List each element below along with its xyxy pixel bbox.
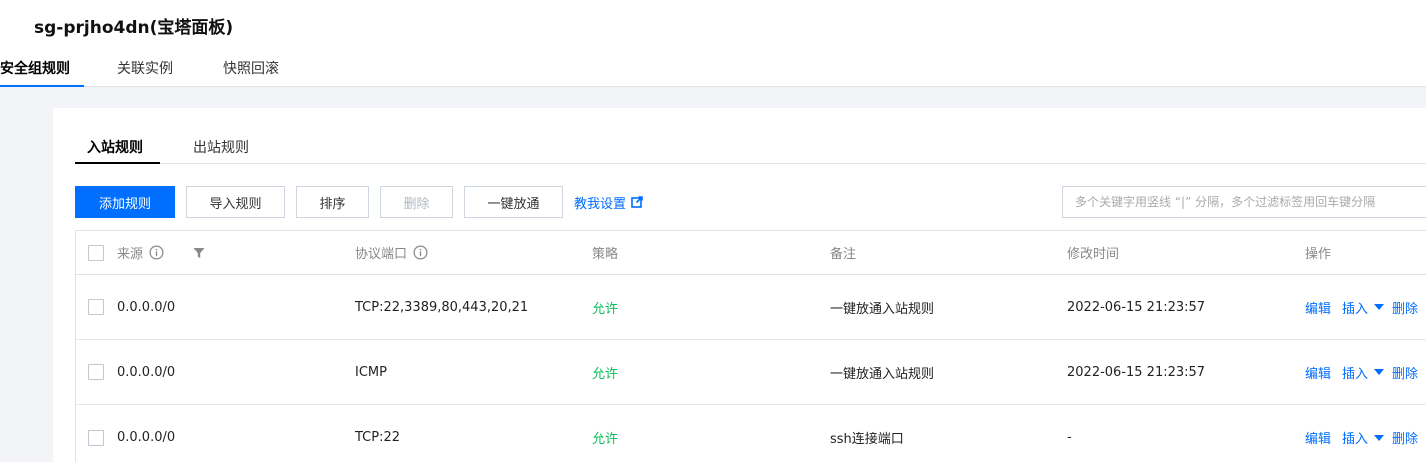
tab-security-group-rules[interactable]: 安全组规则: [0, 58, 84, 87]
header-source-label: 来源: [117, 247, 144, 262]
row-checkbox[interactable]: [88, 364, 104, 380]
cell-source: 0.0.0.0/0: [117, 430, 176, 445]
cell-note: ssh连接端口: [830, 432, 904, 447]
rules-card: 入站规则 出站规则 添加规则 导入规则 排序 删除 一键放通 教我设置 来源: [53, 108, 1426, 462]
caret-down-icon: [1374, 434, 1385, 441]
row-checkbox[interactable]: [88, 299, 104, 315]
tab-inbound-rules[interactable]: 入站规则: [75, 137, 160, 164]
cell-time: 2022-06-15 21:23:57: [1067, 299, 1206, 315]
import-rules-button[interactable]: 导入规则: [186, 186, 285, 218]
header-time: 修改时间: [1067, 247, 1120, 262]
cell-note: 一键放通入站规则: [830, 366, 935, 382]
cell-time: 2022-06-15 21:23:57: [1067, 364, 1206, 380]
cell-protocol: ICMP: [355, 364, 387, 380]
cell-protocol: TCP:22,3389,80,443,20,21: [355, 299, 529, 315]
delete-link[interactable]: 删除: [1392, 298, 1418, 317]
sort-button[interactable]: 排序: [296, 186, 369, 218]
add-rule-button[interactable]: 添加规则: [75, 186, 175, 218]
page-title: sg-prjho4dn(宝塔面板): [34, 18, 234, 38]
caret-down-icon: [1374, 304, 1385, 310]
cell-ops: 编辑 插入 删除: [1305, 275, 1418, 339]
filter-icon[interactable]: [193, 247, 205, 259]
caret-down-icon: [1374, 369, 1385, 375]
table-header: 来源 协议端口 策略 备注 修改时间 操作: [76, 231, 1426, 275]
insert-dropdown[interactable]: 插入: [1342, 298, 1385, 317]
header: sg-prjho4dn(宝塔面板) 安全组规则 关联实例 快照回滚: [0, 0, 1426, 87]
guide-link-label: 教我设置: [574, 196, 627, 212]
header-protocol-label: 协议端口: [355, 247, 408, 262]
insert-label: 插入: [1342, 432, 1369, 447]
row-checkbox[interactable]: [88, 429, 104, 446]
direction-tabs: 入站规则 出站规则: [75, 137, 1426, 164]
info-icon[interactable]: [413, 245, 428, 260]
delete-link[interactable]: 删除: [1392, 363, 1418, 382]
cell-ops: 编辑 插入 删除: [1305, 405, 1418, 462]
external-link-icon: [631, 196, 643, 208]
edit-link[interactable]: 编辑: [1305, 298, 1331, 317]
header-source: 来源: [117, 231, 164, 274]
guide-link[interactable]: 教我设置: [574, 186, 643, 218]
tab-associated-instances[interactable]: 关联实例: [117, 58, 173, 87]
cell-ops: 编辑 插入 删除: [1305, 340, 1418, 404]
open-all-button[interactable]: 一键放通: [464, 186, 563, 218]
tab-snapshot-rollback[interactable]: 快照回滚: [223, 58, 279, 87]
table-row: 0.0.0.0/0 ICMP 允许 一键放通入站规则 2022-06-15 21…: [76, 340, 1426, 405]
select-all-checkbox[interactable]: [88, 244, 104, 261]
cell-time: -: [1067, 430, 1072, 445]
cell-note: 一键放通入站规则: [830, 301, 935, 317]
header-ops: 操作: [1305, 247, 1332, 262]
edit-link[interactable]: 编辑: [1305, 363, 1331, 382]
edit-link[interactable]: 编辑: [1305, 428, 1331, 447]
rules-table: 来源 协议端口 策略 备注 修改时间 操作 0.0.0.0/0 TCP:22,3…: [75, 230, 1426, 462]
header-policy: 策略: [592, 247, 619, 262]
cell-protocol: TCP:22: [355, 430, 401, 445]
insert-dropdown[interactable]: 插入: [1342, 428, 1385, 447]
delete-button[interactable]: 删除: [380, 186, 453, 218]
insert-label: 插入: [1342, 366, 1369, 382]
cell-source: 0.0.0.0/0: [117, 299, 176, 315]
cell-policy: 允许: [592, 366, 619, 382]
cell-policy: 允许: [592, 301, 619, 317]
tab-outbound-rules[interactable]: 出站规则: [193, 137, 249, 164]
insert-label: 插入: [1342, 301, 1369, 317]
info-icon[interactable]: [149, 245, 164, 260]
search-input[interactable]: [1062, 186, 1426, 218]
delete-link[interactable]: 删除: [1392, 428, 1418, 447]
cell-source: 0.0.0.0/0: [117, 364, 176, 380]
table-row: 0.0.0.0/0 TCP:22,3389,80,443,20,21 允许 一键…: [76, 275, 1426, 340]
insert-dropdown[interactable]: 插入: [1342, 363, 1385, 382]
header-note: 备注: [830, 247, 857, 262]
table-row: 0.0.0.0/0 TCP:22 允许 ssh连接端口 - 编辑 插入 删除: [76, 405, 1426, 462]
header-protocol: 协议端口: [355, 231, 428, 274]
cell-policy: 允许: [592, 432, 619, 447]
